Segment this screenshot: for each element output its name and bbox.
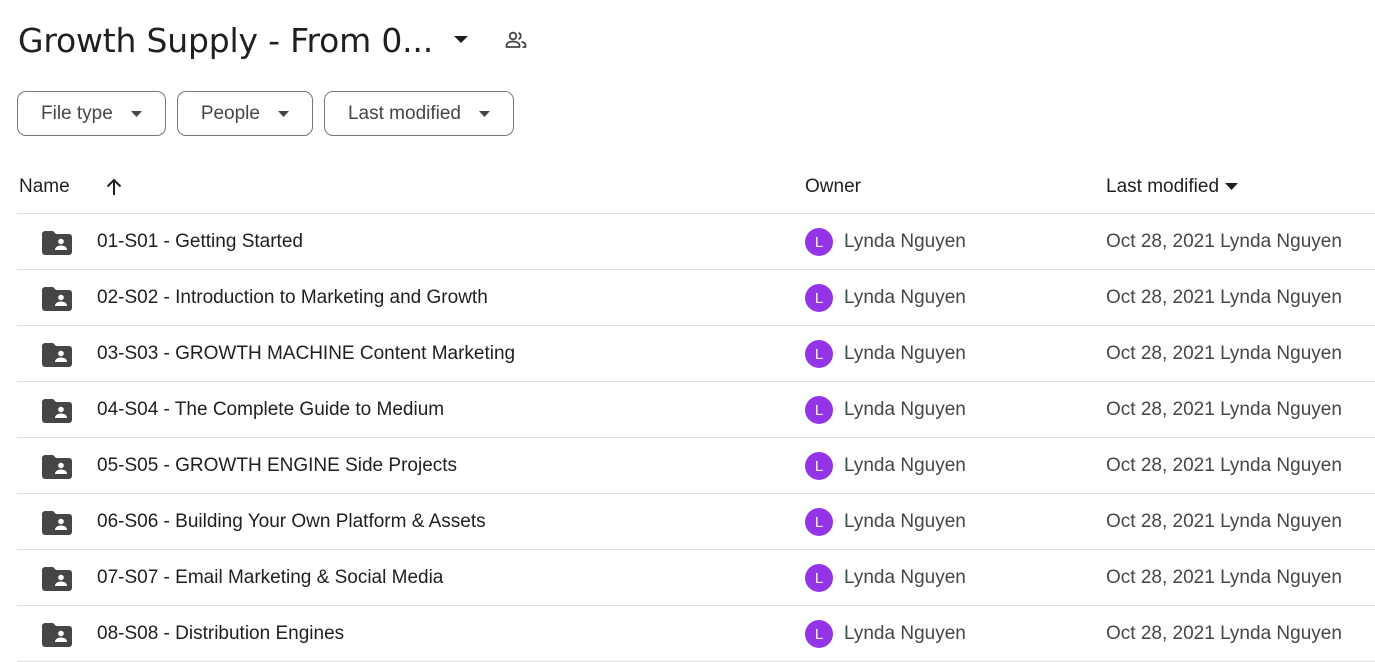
last-modified-value: Oct 28, 2021 Lynda Nguyen <box>1106 455 1342 476</box>
last-modified-filter-label: Last modified <box>347 102 461 124</box>
shared-folder-icon <box>42 455 72 479</box>
column-header-name[interactable]: Name <box>19 160 70 213</box>
shared-folder-icon <box>42 567 72 591</box>
chevron-down-icon <box>130 110 142 117</box>
avatar: L <box>805 452 833 480</box>
last-modified-value: Oct 28, 2021 Lynda Nguyen <box>1106 567 1342 588</box>
avatar: L <box>805 396 833 424</box>
shared-folder-icon <box>42 343 72 367</box>
owner-name: Lynda Nguyen <box>844 231 966 252</box>
last-modified-value: Oct 28, 2021 Lynda Nguyen <box>1106 511 1342 532</box>
table-row[interactable]: 03-S03 - GROWTH MACHINE Content Marketin… <box>17 326 1375 382</box>
file-name: 08-S08 - Distribution Engines <box>97 623 345 644</box>
people-filter[interactable]: People <box>176 91 313 136</box>
avatar: L <box>805 284 833 312</box>
arrow-upward-icon[interactable] <box>103 160 125 213</box>
filter-chips: File type People Last modified <box>17 91 514 136</box>
owner-name: Lynda Nguyen <box>844 287 966 308</box>
table-row[interactable]: 04-S04 - The Complete Guide to Medium L … <box>17 382 1375 438</box>
last-modified-value: Oct 28, 2021 Lynda Nguyen <box>1106 343 1342 364</box>
file-name: 06-S06 - Building Your Own Platform & As… <box>97 511 486 532</box>
file-name: 01-S01 - Getting Started <box>97 231 303 252</box>
owner-name: Lynda Nguyen <box>844 567 966 588</box>
last-modified-value: Oct 28, 2021 Lynda Nguyen <box>1106 623 1342 644</box>
file-type-filter-label: File type <box>41 102 113 124</box>
last-modified-value: Oct 28, 2021 Lynda Nguyen <box>1106 231 1342 252</box>
chevron-down-icon <box>479 110 490 117</box>
avatar: L <box>805 508 833 536</box>
owner-name: Lynda Nguyen <box>844 399 966 420</box>
last-modified-value: Oct 28, 2021 Lynda Nguyen <box>1106 287 1342 308</box>
table-row[interactable]: 08-S08 - Distribution Engines L Lynda Ng… <box>17 606 1375 662</box>
file-type-filter[interactable]: File type <box>17 91 166 136</box>
owner-name: Lynda Nguyen <box>844 623 966 644</box>
column-header-last-modified[interactable]: Last modified <box>1106 160 1239 213</box>
owner-name: Lynda Nguyen <box>844 455 966 476</box>
avatar: L <box>805 228 833 256</box>
chevron-down-icon <box>277 110 289 117</box>
avatar: L <box>805 340 833 368</box>
shared-folder-icon <box>42 231 72 255</box>
file-name: 03-S03 - GROWTH MACHINE Content Marketin… <box>97 343 516 364</box>
last-modified-value: Oct 28, 2021 Lynda Nguyen <box>1106 399 1342 420</box>
owner-name: Lynda Nguyen <box>844 511 966 532</box>
avatar: L <box>805 620 833 648</box>
people-filter-label: People <box>200 102 260 124</box>
table-header: Name Owner Last modified <box>17 160 1375 214</box>
avatar: L <box>805 564 833 592</box>
file-name: 02-S02 - Introduction to Marketing and G… <box>97 287 488 308</box>
table-row[interactable]: 02-S02 - Introduction to Marketing and G… <box>17 270 1375 326</box>
folder-title-bar: Growth Supply - From 0... <box>18 18 529 62</box>
file-name: 04-S04 - The Complete Guide to Medium <box>97 399 445 420</box>
shared-folder-icon <box>42 511 72 535</box>
arrow-drop-down-icon[interactable] <box>449 28 473 52</box>
page-title[interactable]: Growth Supply - From 0... <box>18 21 433 60</box>
shared-folder-icon <box>42 623 72 647</box>
column-header-last-modified-label: Last modified <box>1106 175 1220 197</box>
arrow-drop-down-icon <box>1225 183 1239 190</box>
table-row[interactable]: 06-S06 - Building Your Own Platform & As… <box>17 494 1375 550</box>
column-header-owner[interactable]: Owner <box>805 160 861 213</box>
table-row[interactable]: 05-S05 - GROWTH ENGINE Side Projects L L… <box>17 438 1375 494</box>
last-modified-filter[interactable]: Last modified <box>323 91 514 136</box>
table-row[interactable]: 01-S01 - Getting Started L Lynda Nguyen … <box>17 214 1375 270</box>
file-name: 07-S07 - Email Marketing & Social Media <box>97 567 444 588</box>
people-icon <box>503 27 529 53</box>
file-name: 05-S05 - GROWTH ENGINE Side Projects <box>97 455 458 476</box>
shared-folder-icon <box>42 287 72 311</box>
table-row[interactable]: 07-S07 - Email Marketing & Social Media … <box>17 550 1375 606</box>
shared-folder-icon <box>42 399 72 423</box>
file-list: 01-S01 - Getting Started L Lynda Nguyen … <box>17 214 1375 662</box>
owner-name: Lynda Nguyen <box>844 343 966 364</box>
